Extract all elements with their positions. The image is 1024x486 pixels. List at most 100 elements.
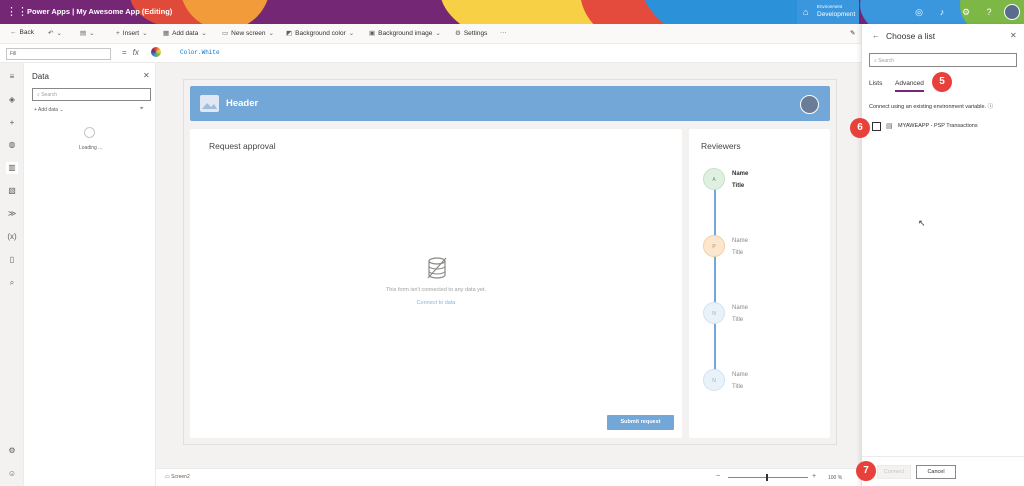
connect-to-data-link[interactable]: Connect to data bbox=[190, 300, 682, 306]
zoom-out-button[interactable]: − bbox=[716, 473, 720, 480]
app-header[interactable]: Header bbox=[190, 86, 830, 121]
color-picker-icon[interactable] bbox=[151, 47, 161, 57]
loading-text: Loading ... bbox=[79, 145, 103, 151]
insert-button[interactable]: + Insert ⌄ bbox=[116, 29, 151, 37]
background-color-button[interactable]: ◩ Background color ⌄ bbox=[286, 29, 357, 37]
variables-icon[interactable]: (x) bbox=[6, 231, 18, 243]
left-nav-rail: ≡ ◈ + ◍ ▥ ▧ ≫ (x) ▯ ⌕ ⚙ ☺ bbox=[0, 63, 24, 486]
reviewer-avatar: P bbox=[703, 235, 725, 257]
app-header-bar: ⋮⋮ Power Apps | My Awesome App (Editing)… bbox=[0, 0, 1024, 24]
header-avatar bbox=[800, 95, 819, 114]
search-icon[interactable]: ⌕ bbox=[6, 277, 18, 289]
screen-icon: ▭ bbox=[222, 30, 229, 37]
status-bar: ▭ Screen2 − + 100 % bbox=[156, 468, 861, 486]
database-icon: ▦ bbox=[163, 30, 170, 37]
menu-icon[interactable]: ≡ bbox=[6, 71, 18, 83]
back-arrow-icon[interactable]: ← bbox=[872, 31, 880, 40]
close-icon[interactable]: ✕ bbox=[1010, 31, 1017, 40]
list-item-label: MYAWEAPP - PSP Transactions bbox=[898, 123, 978, 129]
request-form-card: Request approval This form isn't connect… bbox=[190, 129, 682, 438]
step-marker-6: 6 bbox=[850, 118, 870, 138]
back-arrow-icon: ← bbox=[10, 29, 17, 36]
reviewer-title: Title bbox=[732, 317, 744, 323]
clipboard-icon: ▤ bbox=[80, 30, 87, 37]
info-icon[interactable]: ⓘ bbox=[988, 104, 994, 110]
pin-icon[interactable]: ⌖ bbox=[140, 106, 143, 113]
paste-button[interactable]: ▤ ⌄ bbox=[80, 29, 98, 37]
panel-title: Choose a list bbox=[886, 31, 936, 41]
reviewer-avatar: A bbox=[703, 168, 725, 190]
database-disconnected-icon bbox=[427, 257, 447, 279]
undo-button[interactable]: ↶ ⌄ bbox=[48, 29, 65, 37]
step-marker-5: 5 bbox=[932, 72, 952, 92]
chevron-down-icon: ⌄ bbox=[268, 30, 274, 37]
new-screen-button[interactable]: ▭ New screen ⌄ bbox=[222, 29, 277, 37]
more-commands-button[interactable]: ··· bbox=[500, 29, 507, 36]
add-data-link[interactable]: + Add data ⌄ bbox=[34, 107, 64, 113]
settings-icon[interactable]: ⚙ bbox=[6, 445, 18, 457]
gear-icon: ⚙ bbox=[455, 30, 461, 37]
list-search-input[interactable]: ⌕ Search bbox=[869, 53, 1017, 67]
data-search-input[interactable]: ⌕ Search bbox=[32, 88, 151, 101]
data-icon[interactable]: ▥ bbox=[6, 162, 18, 174]
reviewer-name: Name bbox=[732, 171, 749, 177]
add-data-button[interactable]: ▦ Add data ⌄ bbox=[163, 29, 210, 37]
tab-advanced[interactable]: Advanced bbox=[895, 80, 924, 92]
back-button[interactable]: ← Back bbox=[10, 29, 34, 36]
reviewers-card: Reviewers A Name Title P Name Title N Na… bbox=[689, 129, 830, 438]
formula-bar: Fill = fx Color.White bbox=[0, 44, 861, 63]
undo-icon: ↶ bbox=[48, 30, 54, 37]
insert-plus-icon[interactable]: + bbox=[6, 117, 18, 129]
list-item-checkbox[interactable] bbox=[872, 122, 881, 131]
user-avatar[interactable] bbox=[1004, 4, 1020, 20]
submit-request-button[interactable]: Submit request bbox=[607, 415, 674, 430]
environment-picker[interactable]: ⌂ Environment Development bbox=[797, 0, 859, 24]
panel-footer: Connect Cancel bbox=[862, 456, 1024, 486]
data-pane: Data ✕ ⌕ Search + Add data ⌄ ⌖ Loading .… bbox=[24, 63, 156, 486]
chevron-down-icon: ⌄ bbox=[89, 30, 95, 37]
reviewer-title: Title bbox=[732, 183, 745, 189]
reviewer-title: Title bbox=[732, 384, 744, 390]
connect-button[interactable]: Connect bbox=[877, 465, 911, 479]
zoom-slider-thumb[interactable] bbox=[766, 474, 768, 481]
chevron-down-icon: ⌄ bbox=[142, 30, 148, 37]
screen-selector[interactable]: ▭ Screen2 bbox=[165, 474, 190, 480]
reviewer-title: Title bbox=[732, 250, 744, 256]
advanced-tools-icon[interactable]: ▯ bbox=[6, 254, 18, 266]
app-title: Power Apps | My Awesome App (Editing) bbox=[27, 7, 173, 16]
chevron-down-icon: ⌄ bbox=[201, 30, 207, 37]
edit-pencil-icon[interactable]: ✎ bbox=[850, 29, 855, 37]
command-bar: ← Back ↶ ⌄ ▤ ⌄ + Insert ⌄ ▦ Add data ⌄ ▭ New scr… bbox=[0, 24, 861, 44]
help-icon[interactable]: ? bbox=[983, 6, 995, 18]
env-variable-info: Connect using an existing environment va… bbox=[869, 104, 994, 110]
power-automate-icon[interactable]: ≫ bbox=[6, 208, 18, 220]
reviewer-name: Name bbox=[732, 372, 749, 378]
background-image-button[interactable]: ▣ Background image ⌄ bbox=[369, 29, 444, 37]
notifications-icon[interactable]: ♪ bbox=[936, 6, 948, 18]
timeline-line bbox=[714, 189, 716, 379]
equals-icon: = bbox=[122, 48, 127, 57]
cancel-button[interactable]: Cancel bbox=[916, 465, 956, 479]
tab-lists[interactable]: Lists bbox=[869, 80, 882, 87]
header-title: Header bbox=[226, 98, 259, 109]
reviewer-name: Name bbox=[732, 238, 749, 244]
theme-icon[interactable]: ◍ bbox=[6, 139, 18, 151]
paint-bucket-icon: ◩ bbox=[286, 30, 293, 37]
chevron-down-icon: ⌄ bbox=[348, 30, 355, 37]
formula-input[interactable]: Color.White bbox=[180, 49, 220, 56]
property-dropdown[interactable]: Fill bbox=[6, 48, 111, 60]
copilot-icon[interactable]: ◎ bbox=[913, 6, 925, 18]
close-icon[interactable]: ✕ bbox=[143, 71, 150, 80]
zoom-in-button[interactable]: + bbox=[812, 473, 816, 480]
loading-spinner bbox=[84, 127, 95, 138]
layers-icon[interactable]: ◈ bbox=[6, 94, 18, 106]
zoom-slider[interactable] bbox=[728, 477, 808, 478]
media-icon[interactable]: ▧ bbox=[6, 185, 18, 197]
settings-button[interactable]: ⚙ Settings bbox=[455, 29, 487, 37]
empty-form-message: This form isn't connected to any data ye… bbox=[385, 287, 487, 293]
step-marker-7: 7 bbox=[856, 461, 876, 481]
virtual-agent-icon[interactable]: ☺ bbox=[6, 468, 18, 480]
app-launcher-icon[interactable]: ⋮⋮ bbox=[6, 6, 28, 18]
environment-label: Environment bbox=[817, 4, 843, 9]
settings-gear-icon[interactable]: ⚙ bbox=[960, 6, 972, 18]
